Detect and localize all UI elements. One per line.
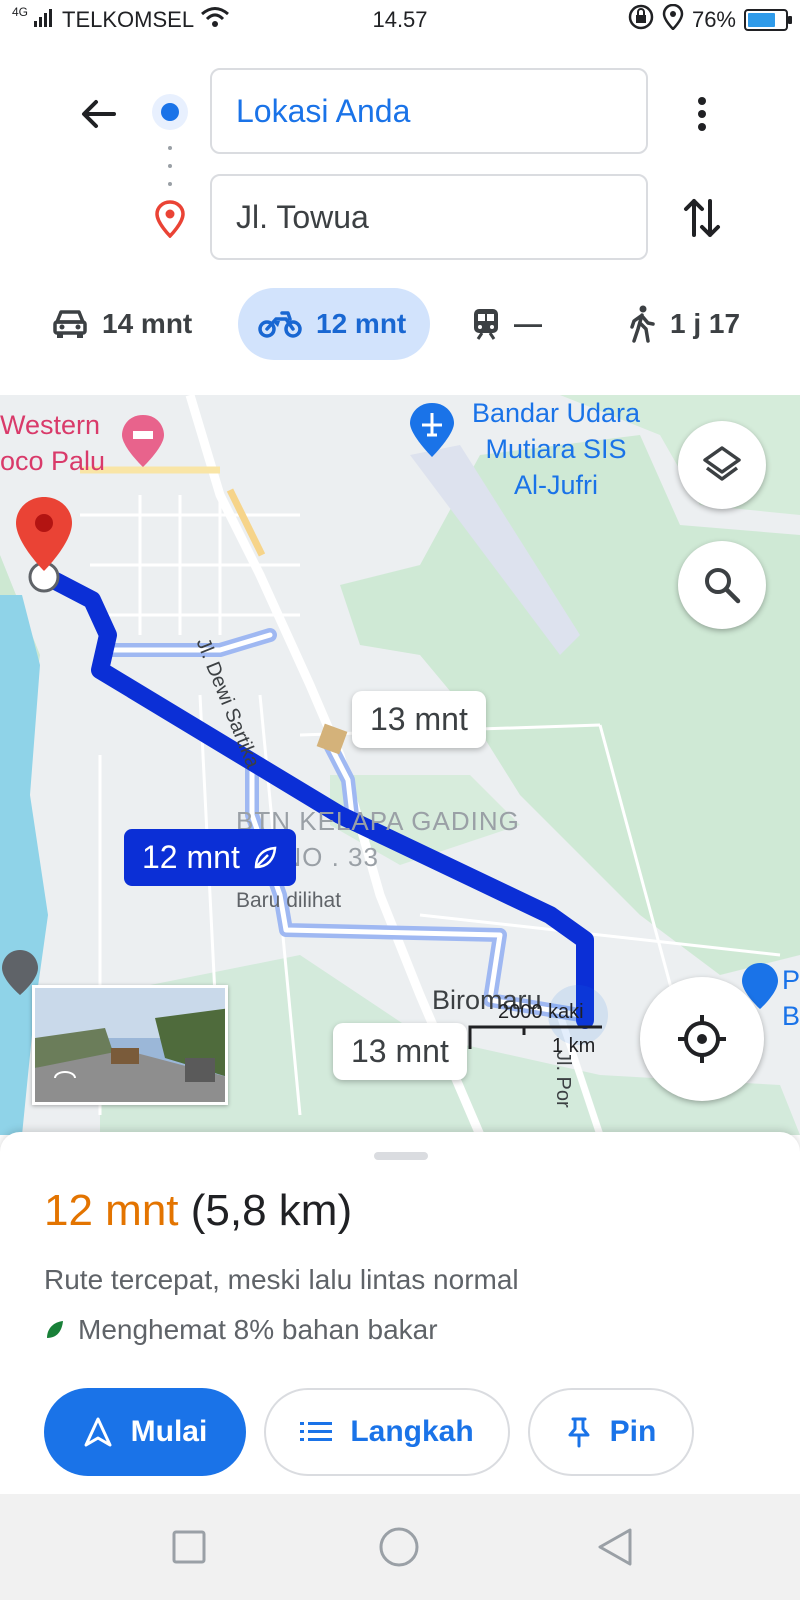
recents-square-icon <box>172 1530 206 1564</box>
battery-percent: 76% <box>691 7 736 32</box>
route-duration: 12 mnt <box>44 1186 179 1235</box>
home-button[interactable] <box>374 1522 424 1572</box>
start-button-label: Mulai <box>130 1415 208 1448</box>
steps-button-label: Langkah <box>350 1415 474 1448</box>
arrow-back-icon <box>82 100 116 128</box>
mode-walk[interactable]: 1 j 17 <box>628 288 740 360</box>
pin-button[interactable]: Pin <box>528 1388 694 1476</box>
swap-vert-icon <box>684 199 720 237</box>
travel-modes: 14 mnt 12 mnt — 1 j 17 <box>40 288 780 360</box>
status-right: 76% <box>628 0 792 40</box>
fuel-savings: Menghemat 8% bahan bakar <box>44 1314 438 1346</box>
list-icon <box>300 1422 333 1441</box>
sheet-drag-handle[interactable] <box>374 1152 428 1160</box>
route-summary: 12 mnt (5,8 km) <box>44 1186 352 1236</box>
back-triangle-icon <box>598 1528 632 1566</box>
battery-fill <box>748 13 776 27</box>
swap-button[interactable] <box>680 192 724 244</box>
more-options-button[interactable] <box>684 88 720 140</box>
mode-transit[interactable]: — <box>472 288 542 360</box>
status-bar: 4G TELKOMSEL 14.57 76% <box>0 0 800 40</box>
pin-button-label: Pin <box>609 1415 657 1448</box>
map-search-button[interactable] <box>678 541 766 629</box>
airport-label-line1: Bandar Udara <box>471 398 641 428</box>
start-button[interactable]: Mulai <box>44 1388 246 1476</box>
origin-input[interactable]: Lokasi Anda <box>210 68 648 154</box>
search-icon <box>705 568 741 604</box>
airport-label-line2: Mutiara SIS <box>485 434 627 464</box>
layers-icon <box>703 446 741 481</box>
mode-transit-label: — <box>514 308 542 339</box>
mode-car-label: 14 mnt <box>102 308 193 339</box>
destination-input[interactable]: Jl. Towua <box>210 174 648 260</box>
train-icon <box>474 309 498 340</box>
hotel-label-line1: Western <box>0 410 101 440</box>
eco-leaf-icon <box>254 846 277 868</box>
push-pin-icon <box>568 1417 590 1448</box>
my-location-button[interactable] <box>640 977 764 1101</box>
system-nav-bar <box>0 1494 800 1600</box>
airport-label[interactable]: Bandar Udara Mutiara SIS Al-Jufri <box>456 395 656 503</box>
recently-viewed-label: Baru dilihat <box>236 889 342 912</box>
fuel-savings-text: Menghemat 8% bahan bakar <box>78 1314 438 1345</box>
location-icon <box>662 3 684 36</box>
car-icon <box>53 310 87 338</box>
more-vert-icon <box>698 97 706 131</box>
hotel-label-line2: oco Palu <box>0 446 106 476</box>
crosshair-icon <box>678 1015 726 1063</box>
mode-walk-label: 1 j 17 <box>670 308 741 339</box>
route-distance: (5,8 km) <box>190 1186 353 1235</box>
recents-button[interactable] <box>164 1522 214 1572</box>
mode-car[interactable]: 14 mnt <box>52 288 192 360</box>
home-circle-icon <box>379 1527 419 1567</box>
battery-icon <box>744 9 792 31</box>
alt-route-time-2[interactable]: 13 mnt <box>333 1023 467 1080</box>
rotation-lock-icon <box>628 4 654 36</box>
alt-route-time-1[interactable]: 13 mnt <box>352 691 486 748</box>
map-scale: 2000 kaki 1 km <box>468 1001 608 1061</box>
steps-button[interactable]: Langkah <box>264 1388 510 1476</box>
route-description: Rute tercepat, meski lalu lintas normal <box>44 1264 519 1295</box>
directions-header: Lokasi Anda Jl. Towua 14 mnt 12 mnt — 1 … <box>0 40 800 395</box>
mode-motorcycle-label: 12 mnt <box>316 308 407 339</box>
eco-leaf-icon <box>47 1321 63 1338</box>
origin-dot-icon <box>152 94 188 130</box>
hotel-label[interactable]: Western oco Palu <box>0 407 105 479</box>
walk-icon <box>630 305 655 343</box>
edge-label-p: P <box>782 965 800 995</box>
scale-km: 1 km <box>552 1035 596 1057</box>
map-view[interactable]: Western oco Palu Bandar Udara Mutiara SI… <box>0 395 800 1135</box>
route-dots-icon <box>168 146 172 186</box>
back-nav-button[interactable] <box>590 1522 640 1572</box>
navigation-arrow-icon <box>84 1417 112 1447</box>
layers-button[interactable] <box>678 421 766 509</box>
main-route-time-label: 12 mnt <box>142 839 240 875</box>
mode-motorcycle[interactable]: 12 mnt <box>238 288 430 360</box>
airport-label-line3: Al-Jufri <box>513 470 598 500</box>
destination-pin-icon <box>154 200 186 243</box>
edge-label-b: B <box>782 1001 800 1031</box>
street-view-thumbnail[interactable] <box>32 985 228 1105</box>
main-route-time[interactable]: 12 mnt <box>124 829 296 886</box>
scale-feet: 2000 kaki <box>498 1001 584 1023</box>
back-button[interactable] <box>72 88 124 140</box>
route-summary-sheet[interactable]: 12 mnt (5,8 km) Rute tercepat, meski lal… <box>0 1132 800 1494</box>
motorcycle-icon <box>258 311 302 338</box>
